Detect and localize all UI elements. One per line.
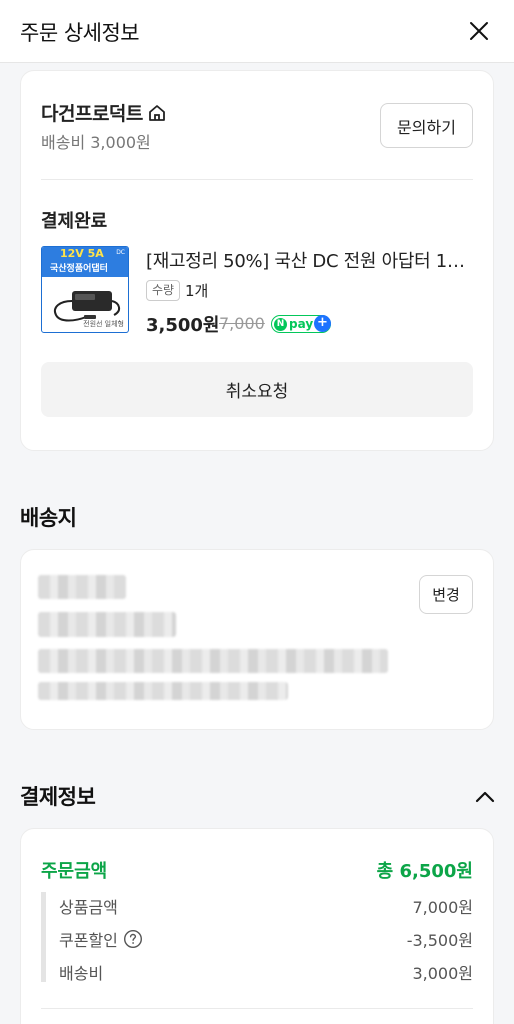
product-title[interactable]: [재고정리 50%] 국산 DC 전원 아답터 12V 5A <box>146 247 474 273</box>
help-icon[interactable] <box>123 929 143 949</box>
chevron-up-icon <box>475 791 495 803</box>
quantity-label: 수량 <box>146 280 181 301</box>
page-title: 주문 상세정보 <box>20 21 140 45</box>
divider <box>41 179 473 180</box>
order-amount-label: 주문금액 <box>41 861 108 882</box>
top-bar: 주문 상세정보 <box>0 0 514 63</box>
address-card: 변경 <box>20 549 494 730</box>
collapse-payment-button[interactable] <box>473 785 497 809</box>
payment-section-title: 결제정보 <box>20 785 96 809</box>
original-price: 7,000 <box>219 314 265 333</box>
plus-icon: + <box>314 315 331 332</box>
breakdown-bar <box>41 892 46 982</box>
thumbnail-text-corner: DC <box>116 249 125 256</box>
order-total: 총 6,500원 <box>376 861 473 882</box>
npay-badge: N pay + <box>271 315 331 333</box>
quantity-value: 1개 <box>185 282 209 300</box>
divider <box>41 1008 473 1009</box>
address-section-title: 배송지 <box>20 506 77 530</box>
coupon-discount-row: 쿠폰할인 <box>59 927 143 951</box>
phone-redacted <box>38 612 176 637</box>
product-amount-label: 상품금액 <box>59 898 118 917</box>
address-line-redacted <box>38 649 388 673</box>
change-address-button[interactable]: 변경 <box>419 575 473 614</box>
close-button[interactable] <box>464 16 494 46</box>
coupon-discount-label: 쿠폰할인 <box>59 931 118 950</box>
npay-n-icon: N <box>274 317 287 331</box>
shipping-fee-value: 3,000원 <box>412 964 473 983</box>
home-icon <box>148 104 165 121</box>
product-thumbnail[interactable]: 12V 5A 국산정품어댑터 DC 전원선 일체형 <box>41 246 129 333</box>
order-item-card: 다건프로덕트 배송비 3,000원 문의하기 결제완료 12V 5A 국산정품어… <box>20 70 494 451</box>
thumbnail-text-footer: 전원선 일체형 <box>83 320 124 328</box>
close-icon <box>470 22 488 40</box>
product-amount-value: 7,000원 <box>412 898 473 917</box>
shipping-fee-label: 배송비 <box>59 964 104 983</box>
seller-name: 다건프로덕트 <box>41 103 143 125</box>
payment-card: 주문금액 총 6,500원 상품금액 7,000원 쿠폰할인 -3,500원 배… <box>20 828 494 1024</box>
thumbnail-text-spec: 12V 5A <box>60 247 104 260</box>
product-price: 3,500원 <box>146 315 220 336</box>
shipping-fee: 배송비 3,000원 <box>41 133 151 152</box>
seller-name-link[interactable]: 다건프로덕트 <box>41 99 167 126</box>
thumbnail-text-name: 국산정품어댑터 <box>50 264 108 274</box>
coupon-discount-value: -3,500원 <box>406 931 473 950</box>
recipient-name-redacted <box>38 575 126 599</box>
address-detail-redacted <box>38 682 288 700</box>
inquiry-button[interactable]: 문의하기 <box>380 103 473 148</box>
order-status: 결제완료 <box>41 211 108 232</box>
cancel-request-button[interactable]: 취소요청 <box>41 362 473 417</box>
npay-label: pay <box>289 317 314 331</box>
